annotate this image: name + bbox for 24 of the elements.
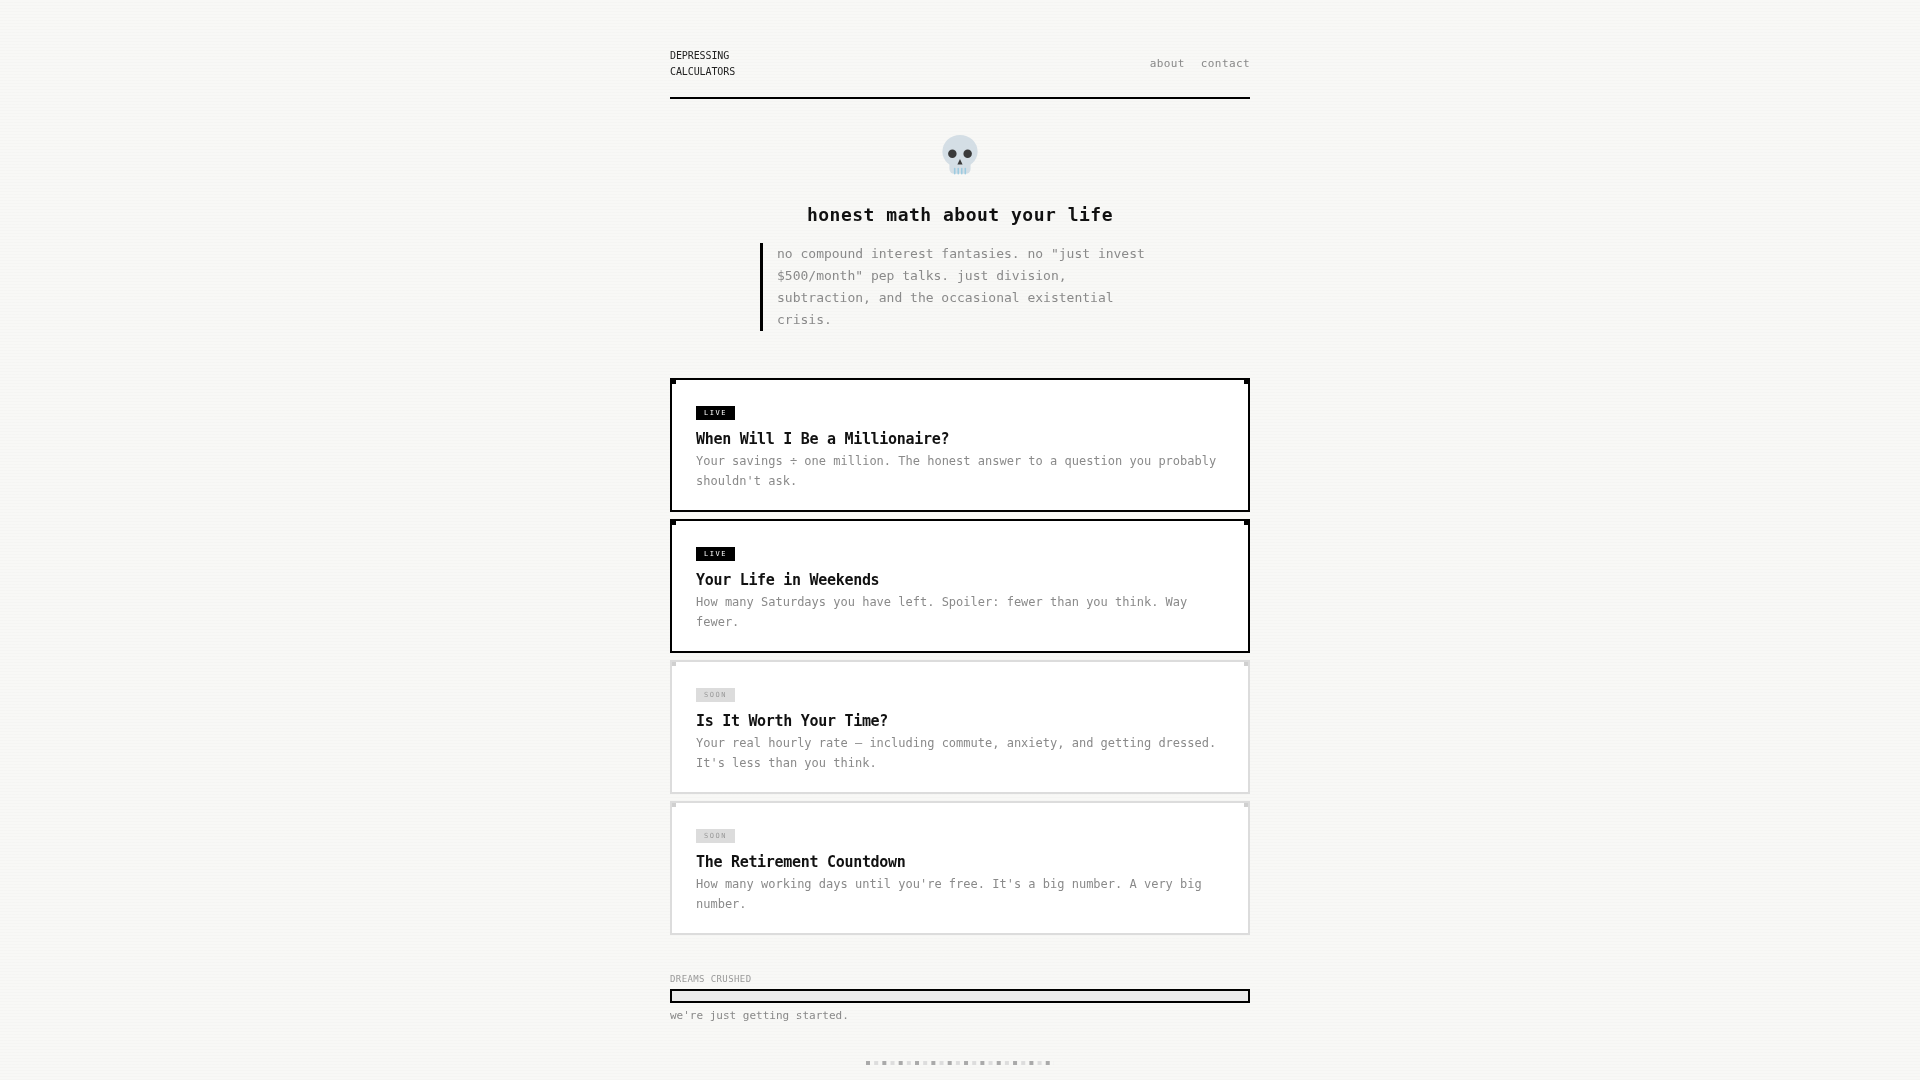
corner-mark-icon <box>1244 662 1248 666</box>
progress-caption: we're just getting started. <box>670 1009 850 1023</box>
card-title: The Retirement Countdown <box>696 852 906 872</box>
corner-mark-icon <box>1244 521 1248 525</box>
site-logo[interactable]: DEPRESSING CALCULATORS <box>670 48 736 80</box>
card-description: How many working days until you're free. It's a big number. A very big number. <box>696 876 1203 913</box>
intro-quote: no compound interest fantasies. no "just invest $500/month" pep talks. just division, subtraction, and the occasional existential crisis. <box>760 243 1159 331</box>
card-title: When Will I Be a Millionaire? <box>696 429 950 449</box>
skull-icon <box>940 135 980 175</box>
corner-mark-icon <box>672 380 676 384</box>
card-description: How many Saturdays you have left. Spoiler: fewer than you think. Way fewer. <box>696 594 1189 631</box>
card-title: Your Life in Weekends <box>696 570 880 590</box>
corner-mark-icon <box>672 803 676 807</box>
card-description: Your savings ÷ one million. The honest answer to a question you probably shouldn't ask. <box>696 453 1218 490</box>
corner-mark-icon <box>672 521 676 525</box>
corner-mark-icon <box>672 662 676 666</box>
card-title: Is It Worth Your Time? <box>696 711 889 731</box>
nav-link[interactable]: about <box>1149 57 1185 71</box>
nav-link[interactable]: contact <box>1200 57 1250 71</box>
progress-label: DREAMS CRUSHED <box>670 973 753 985</box>
corner-mark-icon <box>1244 380 1248 384</box>
card-description: Your real hourly rate — including commute, anxiety, and getting dressed. It's less than you think. <box>696 735 1218 772</box>
corner-mark-icon <box>1244 803 1248 807</box>
page-heading: honest math about your life <box>806 203 1114 227</box>
